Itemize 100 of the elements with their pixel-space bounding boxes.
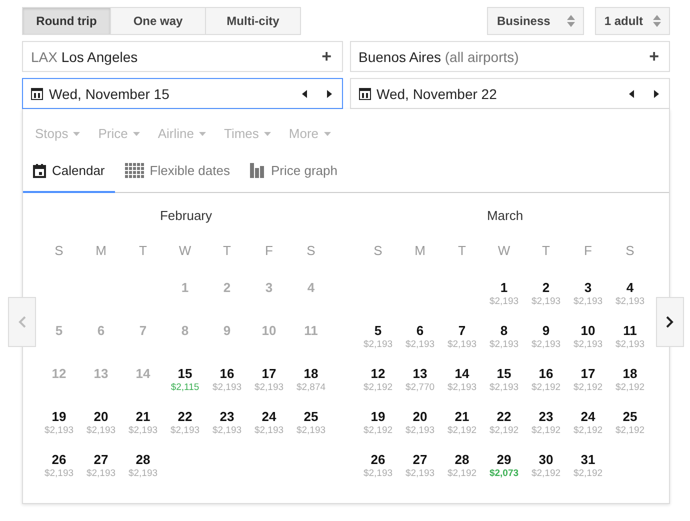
price-label: $2,193 (44, 468, 74, 479)
day-number[interactable]: 8 (500, 323, 508, 338)
weekday-label: S (306, 242, 316, 260)
day-number: 4 (307, 280, 315, 295)
day-number[interactable]: 3 (584, 280, 592, 295)
price-label: $2,193 (170, 425, 200, 436)
trip-type-tab[interactable]: Multi-city (205, 7, 301, 35)
day-number[interactable]: 2 (542, 280, 550, 295)
price-label: $2,193 (573, 296, 603, 307)
price-label: $2,193 (254, 382, 284, 393)
view-tab[interactable]: Calendar (23, 150, 115, 193)
chevron-right-icon (666, 316, 674, 328)
next-date-icon[interactable] (653, 90, 659, 98)
day-number[interactable]: 29 (496, 452, 512, 467)
day-number[interactable]: 18 (622, 366, 638, 381)
destination-field[interactable]: Buenos Aires (all airports) + (350, 41, 670, 72)
day-number[interactable]: 28 (136, 452, 150, 467)
day-number[interactable]: 12 (370, 366, 386, 381)
day-number[interactable]: 21 (136, 409, 150, 424)
next-date-icon[interactable] (326, 90, 332, 98)
day-number: 3 (265, 280, 273, 295)
chevron-left-icon (18, 316, 26, 328)
day-number[interactable]: 9 (542, 323, 550, 338)
add-button[interactable]: + (649, 46, 659, 66)
day-number[interactable]: 4 (626, 280, 634, 295)
day-number[interactable]: 30 (538, 452, 554, 467)
day-number[interactable]: 19 (52, 409, 66, 424)
passengers-select[interactable]: 1 adult (595, 7, 670, 35)
day-number[interactable]: 24 (262, 409, 276, 424)
day-number[interactable]: 23 (538, 409, 554, 424)
date-text: Wed, November 15 (49, 86, 170, 102)
weekday-label: T (222, 242, 232, 260)
day-number[interactable]: 19 (370, 409, 386, 424)
caret-icon (73, 132, 80, 136)
day-number[interactable]: 13 (412, 366, 428, 381)
price-label: $2,193 (363, 468, 393, 479)
weekday-label: T (457, 242, 467, 260)
day-number[interactable]: 6 (416, 323, 424, 338)
date-field[interactable]: Wed, November 15 (22, 78, 342, 109)
price-label: $2,193 (405, 425, 435, 436)
view-tab[interactable]: Price graph (240, 150, 348, 193)
price-label: $2,193 (128, 425, 158, 436)
trip-type-tab[interactable]: Round trip (22, 7, 111, 35)
day-number[interactable]: 25 (622, 409, 638, 424)
day-number[interactable]: 27 (412, 452, 428, 467)
day-number[interactable]: 24 (580, 409, 596, 424)
day-number[interactable]: 28 (454, 452, 470, 467)
day-number[interactable]: 31 (580, 452, 596, 467)
date-field[interactable]: Wed, November 22 (350, 78, 670, 109)
price-label: $2,193 (615, 339, 645, 350)
day-number[interactable]: 20 (412, 409, 428, 424)
price-label: $2,193 (573, 339, 603, 350)
origin-text: LAX Los Angeles (31, 48, 139, 64)
day-number[interactable]: 22 (496, 409, 512, 424)
view-tab[interactable]: Flexible dates (114, 150, 240, 193)
day-number[interactable]: 16 (220, 366, 234, 381)
day-number[interactable]: 14 (454, 366, 470, 381)
weekday-label: S (372, 242, 384, 260)
day-number[interactable]: 15 (178, 366, 192, 381)
day-number: 14 (136, 366, 150, 381)
price-label: $2,073 (489, 468, 519, 479)
day-number: 2 (223, 280, 231, 295)
weekday-label: M (414, 242, 426, 260)
day-number[interactable]: 25 (304, 409, 318, 424)
bar-chart-icon (250, 163, 265, 178)
day-number[interactable]: 5 (374, 323, 382, 338)
day-number: 13 (94, 366, 108, 381)
day-number[interactable]: 16 (538, 366, 554, 381)
previous-date-icon[interactable] (302, 90, 308, 98)
trip-type-tab[interactable]: One way (110, 7, 206, 35)
price-label: $2,193 (86, 425, 116, 436)
date-text: Wed, November 22 (376, 86, 498, 102)
add-button[interactable]: + (322, 46, 332, 66)
cabin-select[interactable]: Business (486, 7, 584, 35)
day-number[interactable]: 11 (623, 323, 637, 338)
caret-icon (132, 132, 140, 136)
price-label: $2,192 (573, 468, 603, 479)
day-number[interactable]: 18 (304, 366, 318, 381)
weekday-label: W (496, 242, 512, 260)
price-label: $2,192 (615, 425, 645, 436)
day-number[interactable]: 26 (52, 452, 66, 467)
day-number[interactable]: 17 (262, 366, 276, 381)
day-number[interactable]: 10 (580, 323, 596, 338)
day-number[interactable]: 15 (496, 366, 512, 381)
price-label: $2,193 (447, 339, 477, 350)
day-number[interactable]: 17 (580, 366, 596, 381)
day-number[interactable]: 23 (220, 409, 234, 424)
price-label: $2,192 (363, 382, 393, 393)
day-number[interactable]: 26 (370, 452, 386, 467)
day-number[interactable]: 7 (458, 323, 466, 338)
day-number: 10 (262, 323, 276, 338)
weekday-label: W (178, 242, 192, 260)
origin-field[interactable]: LAX Los Angeles + (22, 41, 342, 72)
day-number[interactable]: 22 (178, 409, 192, 424)
day-number[interactable]: 1 (500, 280, 508, 295)
caret-icon (264, 132, 271, 136)
day-number[interactable]: 27 (94, 452, 108, 467)
day-number[interactable]: 20 (94, 409, 108, 424)
previous-date-icon[interactable] (629, 90, 635, 98)
day-number[interactable]: 21 (454, 409, 470, 424)
